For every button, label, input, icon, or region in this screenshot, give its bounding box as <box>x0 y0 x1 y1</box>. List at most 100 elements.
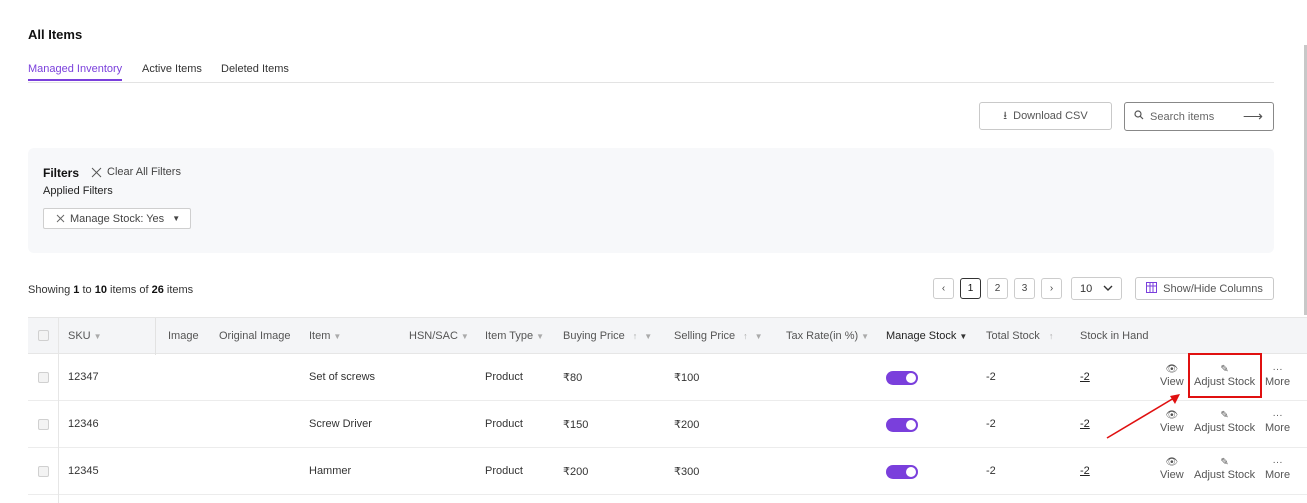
sort-up-icon[interactable]: ↑ <box>633 331 638 341</box>
stock-in-hand-link[interactable]: -2 <box>1080 465 1090 477</box>
adjust-stock-label: Adjust Stock <box>1194 469 1256 481</box>
header-total-stock[interactable]: Total Stock ↑ <box>986 330 1053 342</box>
header-buying-price-label: Buying Price <box>563 330 625 342</box>
clear-all-filters-label: Clear All Filters <box>107 166 181 178</box>
eye-icon: 👁 <box>1165 364 1179 375</box>
header-item-type[interactable]: Item Type ▼ <box>485 330 544 342</box>
tab-managed-inventory[interactable]: Managed Inventory <box>28 63 123 81</box>
per-page-select[interactable]: 10 <box>1071 277 1122 300</box>
cell-sku: 12347 <box>68 371 99 383</box>
cell-item-type: Product <box>485 465 523 477</box>
view-label: View <box>1160 422 1184 434</box>
view-button[interactable]: 👁 View <box>1160 364 1184 388</box>
cell-total-stock: -2 <box>986 371 996 383</box>
filter-icon[interactable]: ▼ <box>94 332 102 341</box>
row-checkbox[interactable] <box>38 466 49 477</box>
more-icon: ··· <box>1272 457 1283 468</box>
header-buying-price[interactable]: Buying Price ↑ ▼ <box>563 330 652 342</box>
sort-up-icon[interactable]: ↑ <box>743 331 748 341</box>
search-input[interactable]: Search items ⟶ <box>1124 102 1274 131</box>
adjust-stock-button[interactable]: ✎ Adjust Stock <box>1194 364 1255 388</box>
page-2-button[interactable]: 2 <box>987 278 1008 299</box>
showing-items-of: items of <box>110 284 149 296</box>
filter-icon[interactable]: ▼ <box>959 332 967 341</box>
page-title: All Items <box>28 27 83 42</box>
columns-icon <box>1146 281 1158 296</box>
page-3-button[interactable]: 3 <box>1014 278 1035 299</box>
header-tax-rate-label: Tax Rate(in %) <box>786 330 859 342</box>
showing-suffix: items <box>166 284 194 296</box>
filter-icon[interactable]: ▼ <box>333 332 341 341</box>
filter-icon[interactable]: ▼ <box>644 332 652 341</box>
caret-down-icon: ▼ <box>172 214 181 223</box>
view-button[interactable]: 👁 View <box>1160 457 1184 481</box>
cell-selling-price: ₹100 <box>674 372 700 384</box>
row-checkbox[interactable] <box>38 419 49 430</box>
header-item[interactable]: Item ▼ <box>309 330 341 342</box>
chevron-down-icon <box>1103 282 1113 297</box>
filter-chip-manage-stock[interactable]: Manage Stock: Yes ▼ <box>43 208 191 229</box>
search-icon <box>1134 110 1144 123</box>
chevron-left-icon: ‹ <box>941 283 946 294</box>
header-sku[interactable]: SKU ▼ <box>68 330 102 342</box>
arrow-right-icon[interactable]: ⟶ <box>1243 108 1263 125</box>
manage-stock-toggle[interactable] <box>886 465 918 479</box>
more-button[interactable]: ··· More <box>1265 410 1290 434</box>
page-1-button[interactable]: 1 <box>960 278 981 299</box>
search-placeholder: Search items <box>1150 110 1215 123</box>
header-original-image: Original Image <box>219 330 291 342</box>
showing-prefix: Showing <box>28 284 71 296</box>
more-label: More <box>1265 376 1291 388</box>
stock-in-hand-link[interactable]: -2 <box>1080 371 1090 383</box>
sort-up-icon[interactable]: ↑ <box>1049 331 1054 341</box>
prev-page-button[interactable]: ‹ <box>933 278 954 299</box>
column-divider <box>58 318 59 355</box>
stock-in-hand-link[interactable]: -2 <box>1080 418 1090 430</box>
more-label: More <box>1265 422 1291 434</box>
header-hsn[interactable]: HSN/SAC ▼ <box>409 330 469 342</box>
download-csv-button[interactable]: ⭳ Download CSV <box>979 102 1112 130</box>
header-sku-label: SKU <box>68 330 91 342</box>
showing-total: 26 <box>151 284 164 296</box>
cell-item-type: Product <box>485 371 523 383</box>
header-selling-price[interactable]: Selling Price ↑ ▼ <box>674 330 763 342</box>
header-image: Image <box>168 330 199 342</box>
adjust-stock-button[interactable]: ✎ Adjust Stock <box>1194 410 1255 434</box>
close-icon <box>91 167 102 177</box>
tab-active-items[interactable]: Active Items <box>142 63 202 79</box>
table-row: 12346 Screw Driver Product ₹150 ₹200 -2 … <box>28 401 1307 448</box>
filter-icon[interactable]: ▼ <box>861 332 869 341</box>
showing-summary: Showing 1 to 10 items of 26 items <box>28 284 193 296</box>
applied-filters-label: Applied Filters <box>43 185 113 197</box>
cell-item-type: Product <box>485 418 523 430</box>
tab-deleted-items[interactable]: Deleted Items <box>221 63 289 79</box>
filter-chip-label: Manage Stock: Yes <box>70 212 165 225</box>
adjust-stock-button[interactable]: ✎ Adjust Stock <box>1194 457 1255 481</box>
cell-total-stock: -2 <box>986 465 996 477</box>
more-icon: ··· <box>1272 364 1283 375</box>
more-button[interactable]: ··· More <box>1265 457 1290 481</box>
adjust-stock-label: Adjust Stock <box>1194 376 1256 388</box>
table-row: 12345 Hammer Product ₹200 ₹300 -2 -2 👁 Vi… <box>28 448 1307 503</box>
filter-icon[interactable]: ▼ <box>755 332 763 341</box>
select-all-checkbox[interactable] <box>38 330 49 341</box>
row-checkbox[interactable] <box>38 372 49 383</box>
show-hide-columns-button[interactable]: Show/Hide Columns <box>1135 277 1274 300</box>
inventory-tabs: Managed Inventory Active Items Deleted I… <box>28 63 1274 83</box>
cell-buying-price: ₹80 <box>563 372 583 384</box>
header-tax-rate[interactable]: Tax Rate(in %) ▼ <box>786 330 869 342</box>
manage-stock-toggle[interactable] <box>886 418 918 432</box>
filters-panel: Filters Clear All Filters Applied Filter… <box>28 148 1274 253</box>
header-item-type-label: Item Type <box>485 330 534 342</box>
header-manage-stock[interactable]: Manage Stock ▼ <box>886 330 967 342</box>
close-icon[interactable] <box>56 214 65 223</box>
chevron-right-icon: › <box>1049 283 1054 294</box>
filter-icon[interactable]: ▼ <box>461 332 469 341</box>
clear-all-filters-button[interactable]: Clear All Filters <box>91 166 181 178</box>
manage-stock-toggle[interactable] <box>886 371 918 385</box>
pencil-icon: ✎ <box>1220 410 1229 421</box>
view-button[interactable]: 👁 View <box>1160 410 1184 434</box>
more-button[interactable]: ··· More <box>1265 364 1290 388</box>
filter-icon[interactable]: ▼ <box>536 332 544 341</box>
next-page-button[interactable]: › <box>1041 278 1062 299</box>
